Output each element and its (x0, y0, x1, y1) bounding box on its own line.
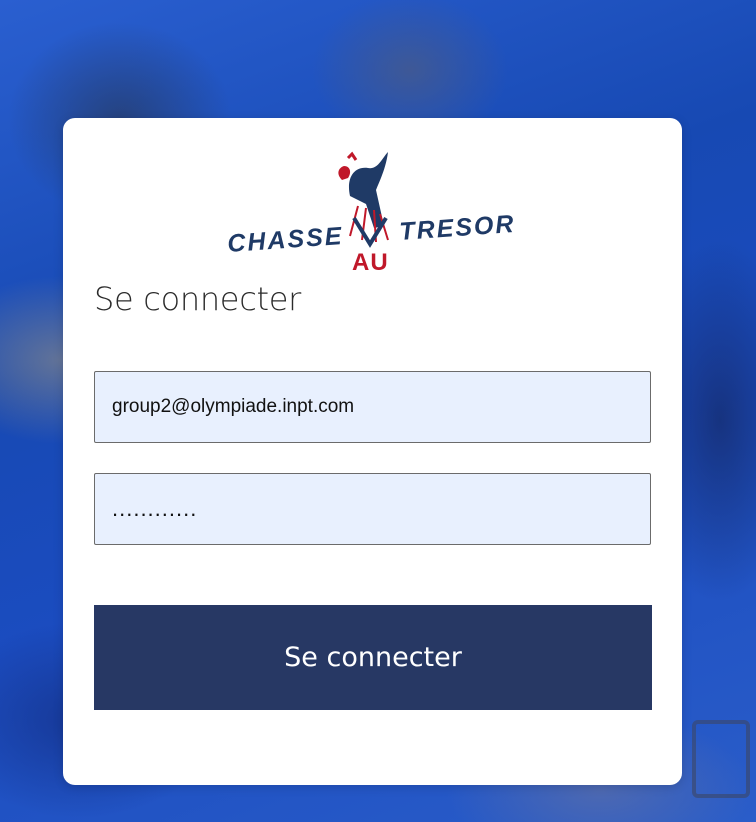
background-decoration (692, 720, 750, 798)
logo-text-left: CHASSE (228, 222, 344, 258)
logo-bird-head (338, 166, 351, 180)
login-card: CHASSE TRESOR AU Se connecter Se connect… (63, 118, 682, 785)
chasse-au-tresor-logo: CHASSE TRESOR AU (228, 151, 516, 274)
logo-bird-crest (346, 151, 358, 161)
logo-text-bottom: AU (352, 249, 389, 274)
login-button[interactable]: Se connecter (94, 605, 652, 710)
logo-text-right: TRESOR (398, 210, 516, 246)
password-input[interactable] (94, 473, 651, 545)
page-title: Se connecter (94, 280, 301, 318)
email-input[interactable] (94, 371, 651, 443)
